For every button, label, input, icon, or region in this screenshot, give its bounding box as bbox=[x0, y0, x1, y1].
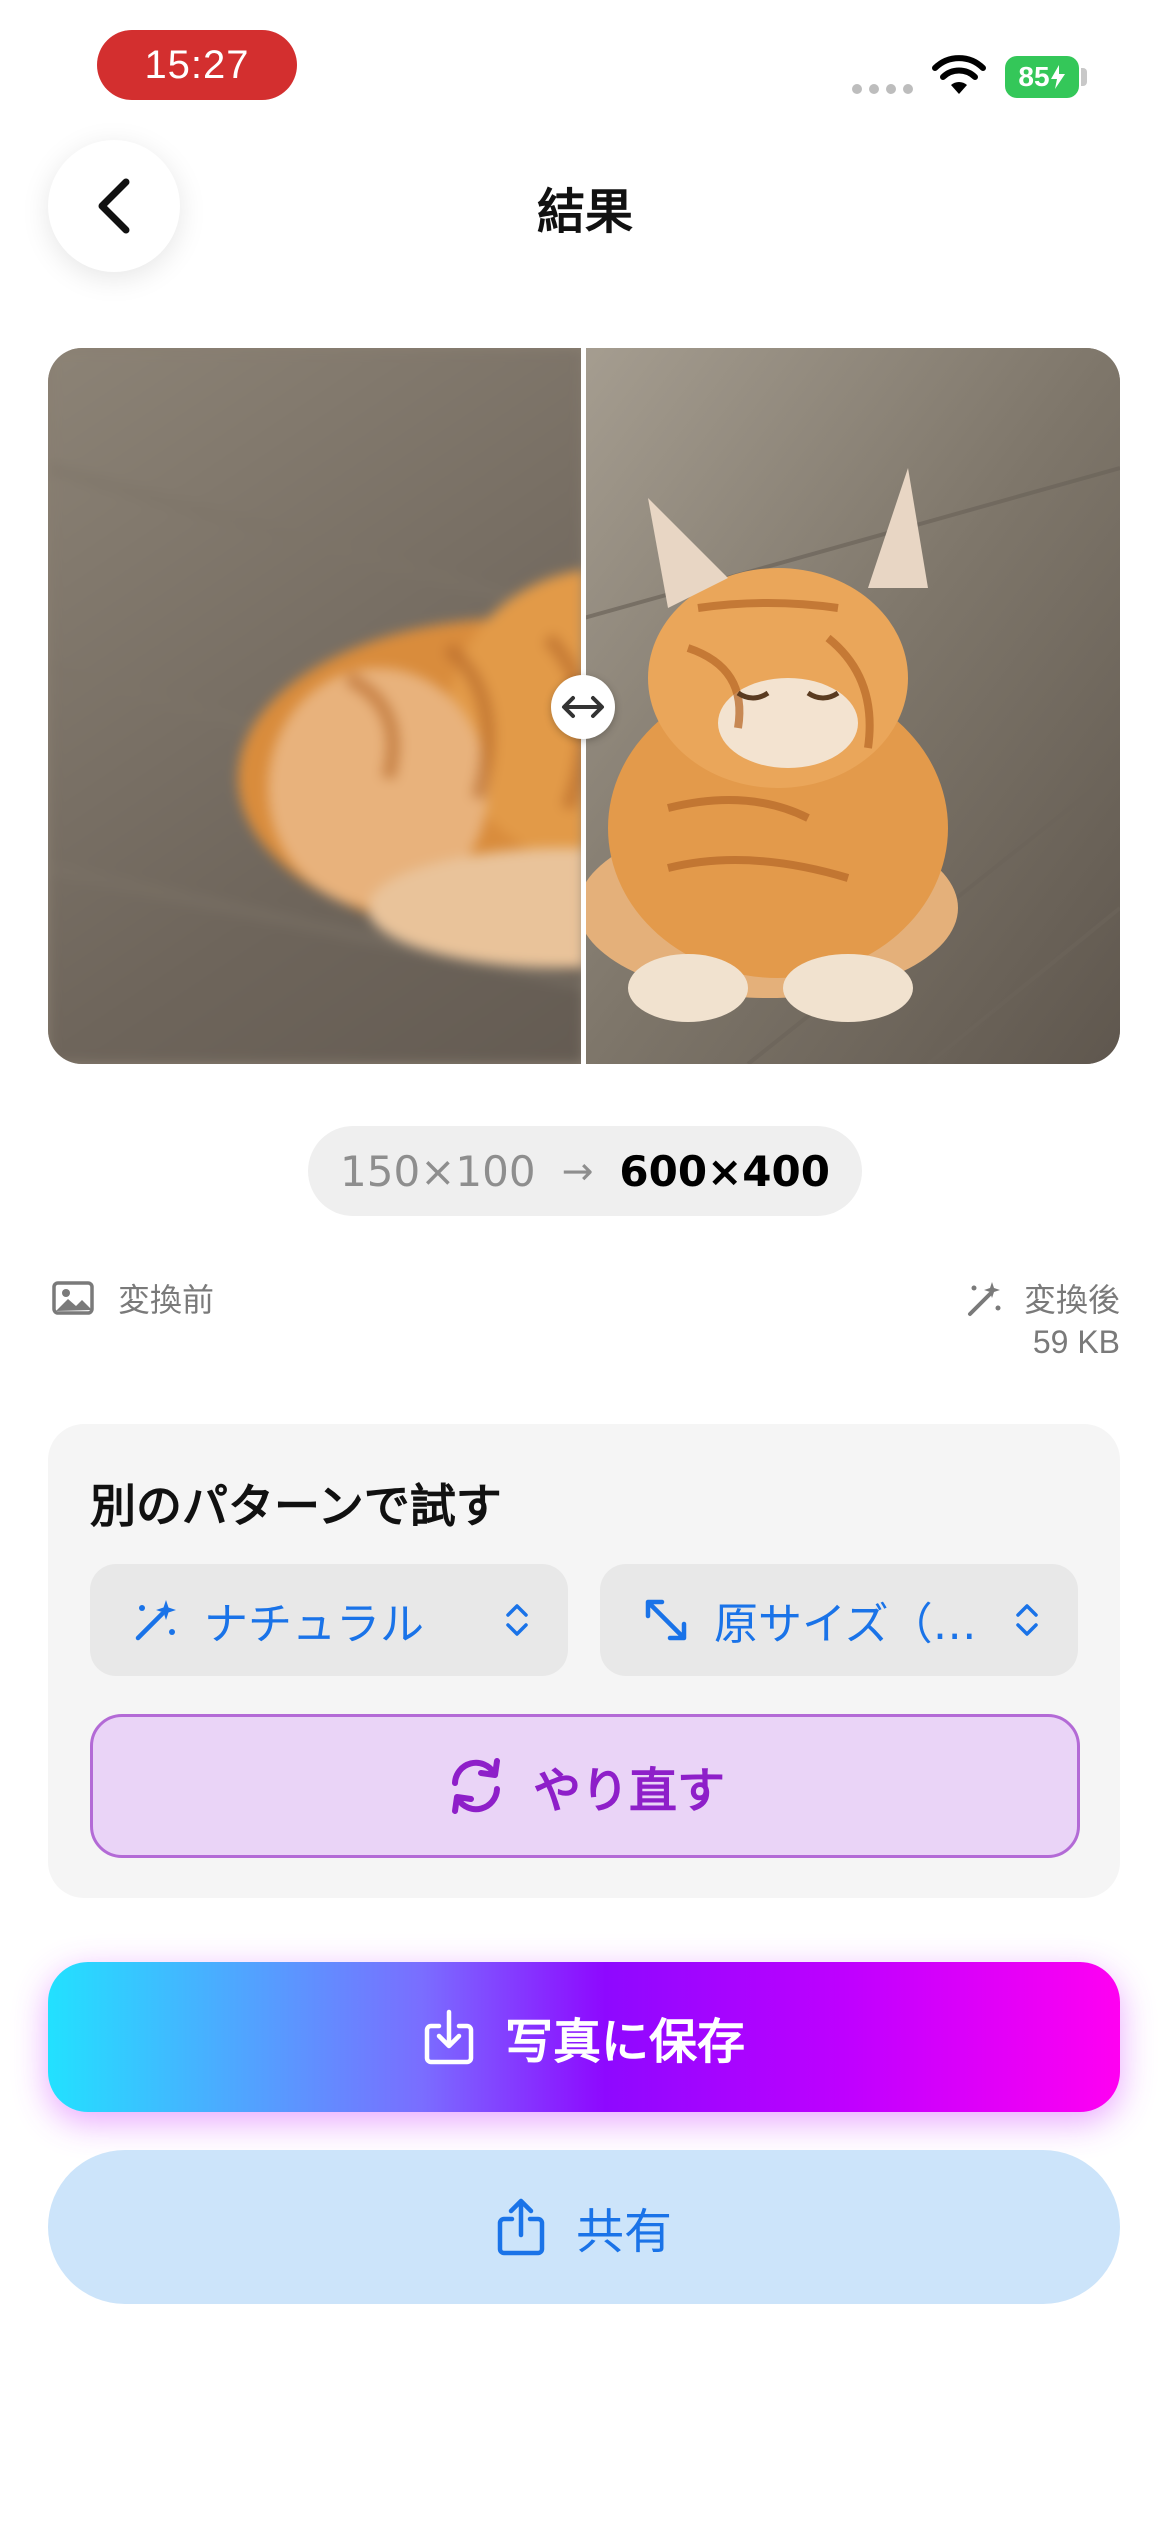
share-button-label: 共有 bbox=[575, 2204, 672, 2260]
style-select-value: ナチュラル bbox=[204, 1599, 424, 1650]
cellular-signal-icon bbox=[852, 84, 913, 94]
comparison-slider-handle[interactable] bbox=[551, 675, 615, 739]
status-time: 15:27 bbox=[97, 30, 297, 100]
redo-button-label: やり直す bbox=[532, 1763, 725, 1819]
resolution-badge: 150×100 → 600×400 bbox=[308, 1126, 862, 1216]
refresh-icon bbox=[451, 1758, 500, 1814]
retry-card-title: 別のパターンで試す bbox=[90, 1479, 502, 1533]
size-select-value: 原サイズ（… bbox=[714, 1599, 977, 1650]
after-file-size: 59 KB bbox=[1032, 1324, 1120, 1360]
left-right-arrow-icon bbox=[562, 696, 604, 718]
magic-wand-icon bbox=[967, 1282, 1001, 1316]
after-label-group: 変換後 bbox=[964, 1275, 1120, 1321]
battery-indicator: 85 bbox=[1005, 56, 1079, 98]
photo-icon bbox=[52, 1281, 94, 1315]
before-image bbox=[48, 348, 584, 1064]
share-button[interactable]: 共有 bbox=[48, 2150, 1120, 2304]
before-label: 変換前 bbox=[118, 1281, 215, 1319]
share-icon bbox=[497, 2198, 545, 2256]
before-label-group: 変換前 bbox=[52, 1275, 214, 1321]
battery-level: 85 bbox=[1018, 61, 1050, 92]
chevron-up-down-icon bbox=[1016, 1604, 1038, 1636]
download-icon bbox=[424, 2009, 474, 2065]
upscaled-resolution: 600×400 bbox=[619, 1146, 830, 1196]
wifi-icon bbox=[932, 55, 986, 94]
style-select[interactable]: ナチュラル bbox=[90, 1564, 568, 1676]
expand-arrows-icon bbox=[645, 1599, 687, 1641]
size-select[interactable]: 原サイズ（… bbox=[600, 1564, 1078, 1676]
original-resolution: 150×100 bbox=[340, 1146, 536, 1196]
after-image bbox=[584, 348, 1120, 1064]
resolution-arrow: → bbox=[561, 1149, 594, 1193]
save-to-photos-button[interactable]: 写真に保存 bbox=[48, 1962, 1120, 2112]
magic-wand-icon bbox=[135, 1600, 176, 1641]
battery-tip bbox=[1081, 68, 1087, 86]
charging-bolt-icon bbox=[1050, 65, 1065, 89]
after-label: 変換後 bbox=[1023, 1281, 1120, 1319]
page-title: 結果 bbox=[536, 184, 633, 240]
save-button-label: 写真に保存 bbox=[504, 2014, 745, 2070]
chevron-up-down-icon bbox=[506, 1604, 528, 1636]
redo-button[interactable]: やり直す bbox=[90, 1714, 1080, 1858]
